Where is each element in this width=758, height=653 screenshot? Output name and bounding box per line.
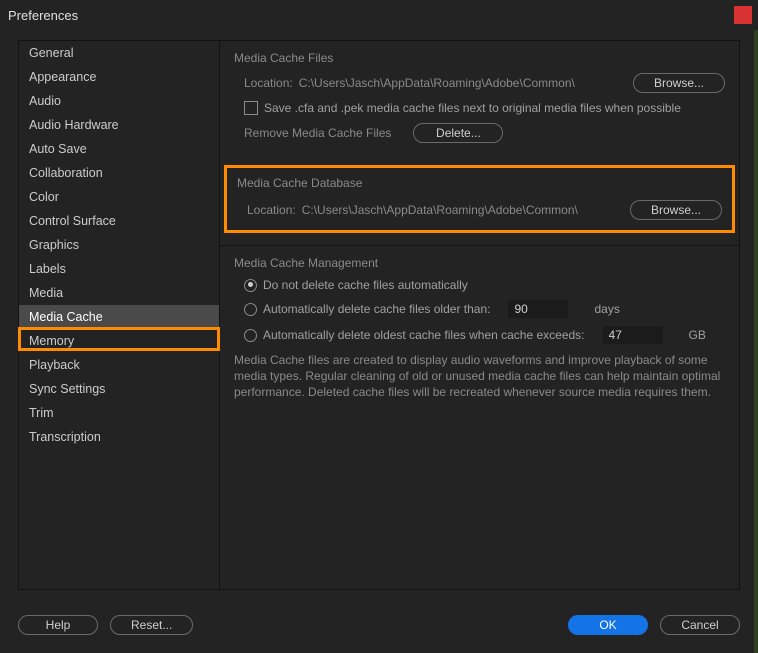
sidebar-item-labels[interactable]: Labels bbox=[19, 257, 219, 281]
radio-delete-exceeds[interactable] bbox=[244, 329, 257, 342]
cache-db-location-label: Location: bbox=[247, 203, 296, 217]
sidebar-item-control-surface[interactable]: Control Surface bbox=[19, 209, 219, 233]
section-media-cache-database-highlight: Media Cache Database Location: C:\Users\… bbox=[224, 165, 735, 233]
sidebar-item-appearance[interactable]: Appearance bbox=[19, 65, 219, 89]
save-next-label: Save .cfa and .pek media cache files nex… bbox=[264, 101, 681, 115]
sidebar-item-graphics[interactable]: Graphics bbox=[19, 233, 219, 257]
radio-do-not-delete[interactable] bbox=[244, 279, 257, 292]
cache-db-location-value: C:\Users\Jasch\AppData\Roaming\Adobe\Com… bbox=[302, 203, 624, 217]
cancel-button[interactable]: Cancel bbox=[660, 615, 740, 635]
main-panel: Media Cache Files Location: C:\Users\Jas… bbox=[220, 40, 740, 590]
cache-files-location-value: C:\Users\Jasch\AppData\Roaming\Adobe\Com… bbox=[299, 76, 627, 90]
sidebar-item-playback[interactable]: Playback bbox=[19, 353, 219, 377]
radio-delete-older-than-label: Automatically delete cache files older t… bbox=[263, 302, 490, 316]
sidebar-item-audio[interactable]: Audio bbox=[19, 89, 219, 113]
gb-unit: GB bbox=[689, 328, 706, 342]
reset-button[interactable]: Reset... bbox=[110, 615, 193, 635]
section-media-cache-database: Media Cache Database bbox=[237, 176, 722, 190]
delete-button[interactable]: Delete... bbox=[413, 123, 503, 143]
close-icon[interactable] bbox=[734, 6, 752, 24]
sidebar-item-transcription[interactable]: Transcription bbox=[19, 425, 219, 449]
sidebar-item-sync-settings[interactable]: Sync Settings bbox=[19, 377, 219, 401]
footer: Help Reset... OK Cancel bbox=[18, 615, 740, 635]
radio-do-not-delete-label: Do not delete cache files automatically bbox=[263, 278, 468, 292]
content-area: General Appearance Audio Audio Hardware … bbox=[0, 30, 758, 600]
window-edge bbox=[754, 30, 758, 653]
gb-input[interactable] bbox=[603, 326, 663, 344]
cache-db-browse-button[interactable]: Browse... bbox=[630, 200, 722, 220]
radio-delete-older-than[interactable] bbox=[244, 303, 257, 316]
section-media-cache-files: Media Cache Files bbox=[234, 51, 725, 65]
cache-files-browse-button[interactable]: Browse... bbox=[633, 73, 725, 93]
remove-cache-label: Remove Media Cache Files bbox=[244, 126, 391, 140]
section-media-cache-management: Media Cache Management bbox=[234, 256, 725, 270]
sidebar-item-auto-save[interactable]: Auto Save bbox=[19, 137, 219, 161]
days-input[interactable] bbox=[508, 300, 568, 318]
days-unit: days bbox=[594, 302, 619, 316]
sidebar-item-media[interactable]: Media bbox=[19, 281, 219, 305]
radio-delete-exceeds-label: Automatically delete oldest cache files … bbox=[263, 328, 585, 342]
sidebar: General Appearance Audio Audio Hardware … bbox=[18, 40, 220, 590]
sidebar-item-audio-hardware[interactable]: Audio Hardware bbox=[19, 113, 219, 137]
titlebar: Preferences bbox=[0, 0, 758, 30]
cache-files-location-label: Location: bbox=[244, 76, 293, 90]
sidebar-item-collaboration[interactable]: Collaboration bbox=[19, 161, 219, 185]
save-next-checkbox[interactable] bbox=[244, 101, 258, 115]
sidebar-item-media-cache[interactable]: Media Cache bbox=[19, 305, 219, 329]
cache-info-text: Media Cache files are created to display… bbox=[234, 352, 724, 401]
sidebar-item-general[interactable]: General bbox=[19, 41, 219, 65]
sidebar-item-color[interactable]: Color bbox=[19, 185, 219, 209]
window-title: Preferences bbox=[8, 8, 78, 23]
ok-button[interactable]: OK bbox=[568, 615, 648, 635]
help-button[interactable]: Help bbox=[18, 615, 98, 635]
divider bbox=[220, 245, 739, 246]
sidebar-item-memory[interactable]: Memory bbox=[19, 329, 219, 353]
sidebar-item-trim[interactable]: Trim bbox=[19, 401, 219, 425]
